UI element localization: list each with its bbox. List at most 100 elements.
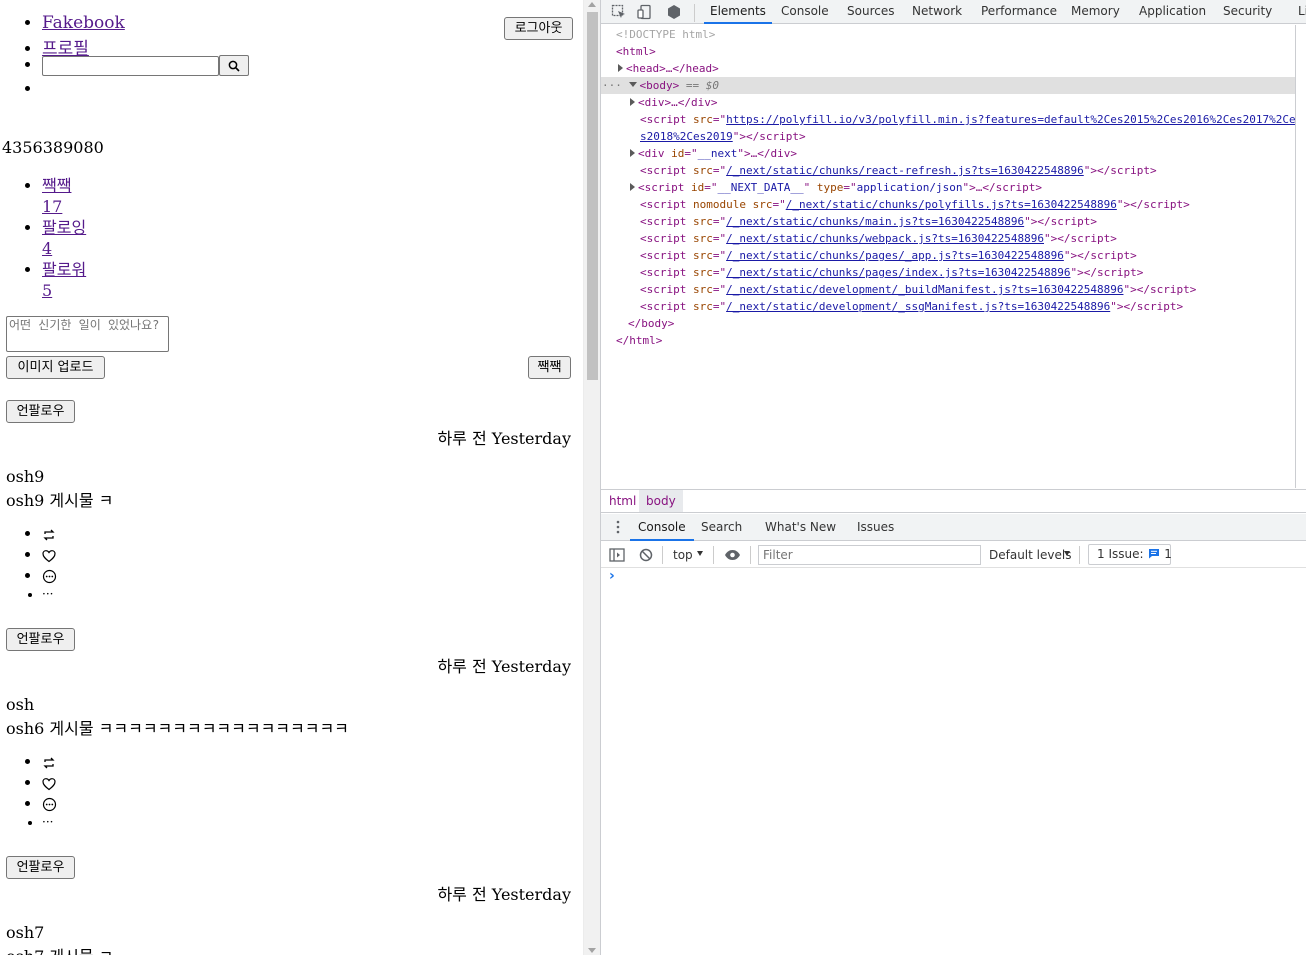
more-icon[interactable]: ··· xyxy=(42,587,53,601)
dom-script-app[interactable]: <script src="/_next/static/chunks/pages/… xyxy=(640,247,1137,264)
script-src-link[interactable]: https://polyfill.io/v3/polyfill.min.js?f… xyxy=(726,113,1295,126)
search-input[interactable] xyxy=(42,55,219,76)
expand-triangle-icon[interactable] xyxy=(630,98,635,106)
drawer-menu-icon[interactable] xyxy=(616,520,620,534)
scroll-down-arrow-icon[interactable] xyxy=(588,948,596,953)
tab-elements[interactable]: Elements xyxy=(704,0,772,24)
issues-counter-button[interactable]: 1 Issue: 1 xyxy=(1088,544,1172,565)
node-extension-icon[interactable] xyxy=(666,4,682,20)
attr-value: application/json xyxy=(856,181,963,194)
post-content: osh9 게시물 ㅋ xyxy=(6,491,114,510)
dom-body-selected[interactable]: ··· <body> == $0 xyxy=(601,77,1295,94)
retweet-icon[interactable] xyxy=(42,528,56,542)
action-more: ··· xyxy=(42,587,120,608)
image-upload-button[interactable]: 이미지 업로드 xyxy=(6,356,105,379)
unfollow-button[interactable]: 언팔로우 xyxy=(6,628,75,651)
drawer-tab-console[interactable]: Console xyxy=(630,515,694,541)
toolbar-divider xyxy=(713,546,714,564)
script-src-link[interactable]: /_next/static/chunks/main.js?ts=16304225… xyxy=(726,215,1024,228)
expand-triangle-icon[interactable] xyxy=(630,183,635,191)
breadcrumb-html[interactable]: html xyxy=(609,494,636,508)
devtools-toolbar: Elements Console Sources Network Perform… xyxy=(601,0,1306,24)
drawer-tab-issues[interactable]: Issues xyxy=(857,515,894,541)
device-toolbar-icon[interactable] xyxy=(637,4,653,20)
tweet-submit-button[interactable]: 짹짹 xyxy=(528,356,571,379)
retweet-icon[interactable] xyxy=(42,756,56,770)
tab-console[interactable]: Console xyxy=(781,0,829,24)
script-src-link[interactable]: /_next/static/development/_ssgManifest.j… xyxy=(726,300,1110,313)
stat-followers-link[interactable]: 팔로워 5 xyxy=(42,260,86,300)
scrollbar-thumb[interactable] xyxy=(587,12,598,380)
dom-body-close[interactable]: </body> xyxy=(628,315,674,332)
more-icon[interactable]: ··· xyxy=(42,815,53,829)
stat-following-link[interactable]: 팔로잉 4 xyxy=(42,218,86,258)
tab-lighthouse[interactable]: Li xyxy=(1298,0,1306,24)
tab-network[interactable]: Network xyxy=(912,0,962,24)
script-src-link[interactable]: /_next/static/chunks/polyfills.js?ts=163… xyxy=(786,198,1117,211)
expand-triangle-icon[interactable] xyxy=(630,149,635,157)
drawer-tab-whats-new[interactable]: What's New xyxy=(765,515,836,541)
inspect-element-icon[interactable] xyxy=(611,4,627,20)
comment-icon[interactable] xyxy=(42,797,57,812)
tab-application[interactable]: Application xyxy=(1139,0,1206,24)
dom-doctype[interactable]: <!DOCTYPE html> xyxy=(616,26,715,43)
script-src-link[interactable]: /_next/static/chunks/pages/_app.js?ts=16… xyxy=(726,249,1064,262)
script-src-link[interactable]: /_next/static/development/_buildManifest… xyxy=(726,283,1123,296)
stat-label: 짹짹 xyxy=(42,176,72,195)
script-src-link[interactable]: /_next/static/chunks/pages/index.js?ts=1… xyxy=(726,266,1070,279)
tab-sources[interactable]: Sources xyxy=(847,0,894,24)
dom-div[interactable]: <div>…</div> xyxy=(630,94,717,111)
node-menu-icon[interactable]: ··· xyxy=(602,79,622,92)
script-src-link[interactable]: /_next/static/chunks/webpack.js?ts=16304… xyxy=(726,232,1044,245)
dom-script-next-data[interactable]: <script id="__NEXT_DATA__" type="applica… xyxy=(630,179,1042,196)
dom-html[interactable]: <html> xyxy=(616,43,656,60)
drawer-tab-search[interactable]: Search xyxy=(701,515,742,541)
tweet-textarea[interactable]: 어떤 신기한 일이 있었나요? xyxy=(6,316,169,352)
web-page: Fakebook 프로필 로그아웃 4356389080 짹짹 17 팔로잉 4 팔… xyxy=(0,0,583,955)
unfollow-button[interactable]: 언팔로우 xyxy=(6,856,75,879)
logout-button[interactable]: 로그아웃 xyxy=(504,17,573,40)
show-sidebar-icon[interactable] xyxy=(609,548,625,562)
tab-performance[interactable]: Performance xyxy=(981,0,1057,24)
dom-script-react-refresh[interactable]: <script src="/_next/static/chunks/react-… xyxy=(640,162,1157,179)
toolbar-divider xyxy=(694,4,695,22)
collapse-triangle-icon[interactable] xyxy=(628,82,637,87)
unfollow-button[interactable]: 언팔로우 xyxy=(6,400,75,423)
brand-link[interactable]: Fakebook xyxy=(42,13,125,33)
dom-next-div[interactable]: <div id="__next">…</div> xyxy=(630,145,797,162)
expand-triangle-icon[interactable] xyxy=(618,64,623,72)
dom-script-polyfills[interactable]: <script nomodule src="/_next/static/chun… xyxy=(640,196,1190,213)
attr-value: __next xyxy=(697,147,738,160)
heart-icon[interactable] xyxy=(42,777,56,791)
dom-script-main[interactable]: <script src="/_next/static/chunks/main.j… xyxy=(640,213,1097,230)
dom-script-index[interactable]: <script src="/_next/static/chunks/pages/… xyxy=(640,264,1143,281)
search-button[interactable] xyxy=(219,55,249,76)
console-filter-input[interactable]: Filter xyxy=(758,545,981,565)
script-src-link[interactable]: /_next/static/chunks/react-refresh.js?ts… xyxy=(726,164,1084,177)
issues-label: 1 Issue: xyxy=(1097,547,1144,561)
dom-script-polyfill-io[interactable]: <script src="https://polyfill.io/v3/poly… xyxy=(640,111,1295,128)
eye-icon[interactable] xyxy=(724,549,741,561)
scroll-up-arrow-icon[interactable] xyxy=(588,2,596,7)
clear-console-icon[interactable] xyxy=(639,548,653,562)
dom-script-ssg-manifest[interactable]: <script src="/_next/static/development/_… xyxy=(640,298,1183,315)
comment-icon[interactable] xyxy=(42,569,57,584)
page-scrollbar[interactable] xyxy=(583,0,600,955)
dom-script-webpack[interactable]: <script src="/_next/static/chunks/webpac… xyxy=(640,230,1117,247)
action-more: ··· xyxy=(42,815,120,836)
tab-memory[interactable]: Memory xyxy=(1071,0,1120,24)
stat-tweets-link[interactable]: 짹짹 17 xyxy=(42,176,71,216)
log-levels-dropdown[interactable]: Default levels xyxy=(989,548,1071,562)
search-icon xyxy=(228,60,240,72)
styles-sidepane[interactable] xyxy=(1295,25,1306,488)
heart-icon[interactable] xyxy=(42,549,56,563)
tab-security[interactable]: Security xyxy=(1223,0,1272,24)
dom-html-close[interactable]: </html> xyxy=(616,332,662,349)
dom-head[interactable]: <head>…</head> xyxy=(618,60,719,77)
console-prompt[interactable]: › xyxy=(609,568,615,584)
breadcrumb-body[interactable]: body xyxy=(639,490,683,512)
script-src-link[interactable]: s2018%2Ces2019 xyxy=(640,130,733,143)
body-open-tag: <body> xyxy=(639,79,680,92)
context-select[interactable]: top xyxy=(673,548,693,562)
dom-script-build-manifest[interactable]: <script src="/_next/static/development/_… xyxy=(640,281,1196,298)
